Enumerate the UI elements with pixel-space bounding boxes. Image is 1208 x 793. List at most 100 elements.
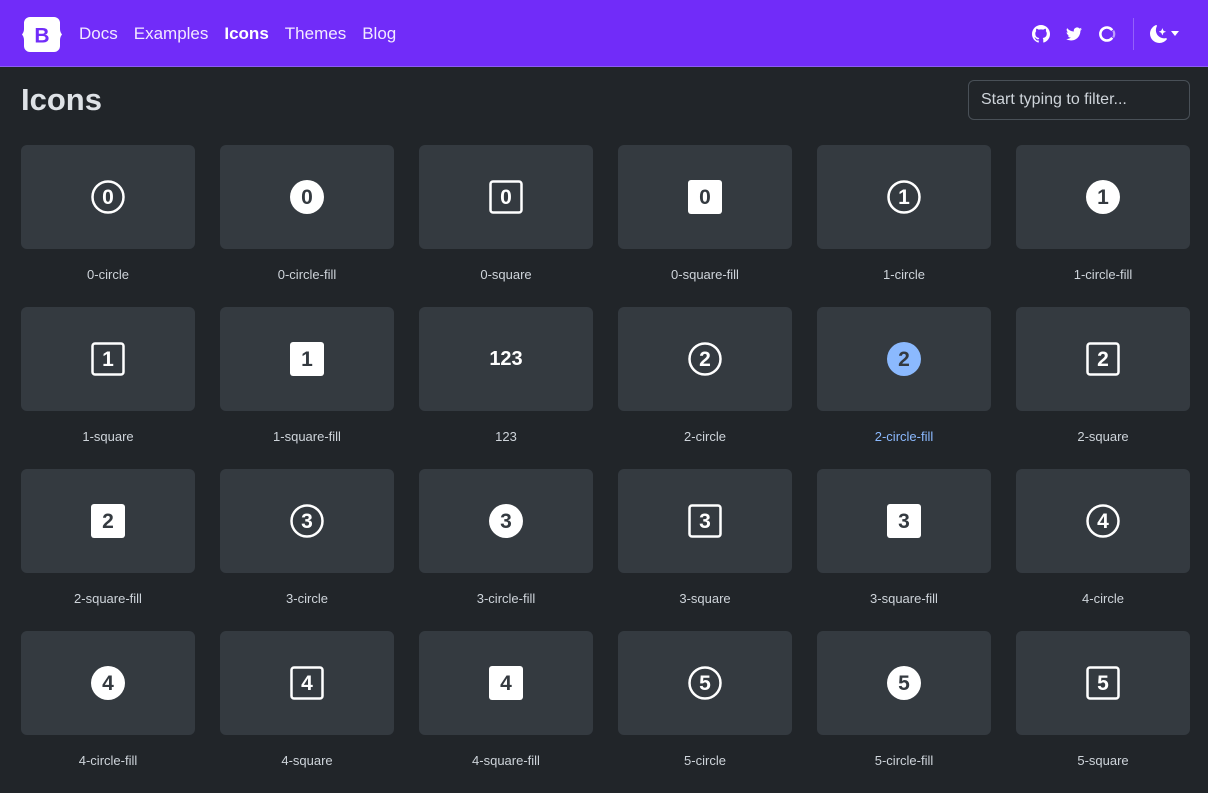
icon-name-label: 1-circle-fill (1073, 267, 1133, 282)
0-square-icon: 0 (489, 180, 523, 214)
icon-tile-4-circle[interactable]: 4 4-circle (1016, 469, 1190, 631)
nav-social-icons (1030, 0, 1179, 67)
icon-grid: 0 0-circle 0 0-circle-fill 0 0-square 0 0-squar… (21, 145, 1190, 793)
icon-tile-4-square[interactable]: 4 4-square (220, 631, 394, 793)
icon-name-label: 4-circle-fill (78, 753, 138, 768)
moon-stars-icon (1150, 24, 1167, 43)
svg-text:5: 5 (699, 672, 711, 695)
brand-letter: B (34, 25, 49, 48)
3-circle-icon: 3 (290, 504, 324, 538)
icon-name-label: 2-square (1077, 429, 1129, 444)
icon-name-label: 1-circle (883, 267, 925, 282)
svg-text:0: 0 (699, 186, 711, 209)
icon-preview: 5 (817, 631, 991, 735)
icon-name-label: 4-circle (1082, 591, 1124, 606)
icon-tile-5-circle-fill[interactable]: 5 5-circle-fill (817, 631, 991, 793)
nav-link-blog[interactable]: Blog (362, 24, 396, 44)
icon-preview: 2 (1016, 307, 1190, 411)
chevron-down-icon (1171, 31, 1179, 36)
icon-tile-3-circle-fill[interactable]: 3 3-circle-fill (419, 469, 593, 631)
icon-name-label: 5-square (1077, 753, 1129, 768)
icon-tile-0-square[interactable]: 0 0-square (419, 145, 593, 307)
icon-name-label: 0-circle-fill (277, 267, 337, 282)
nav-link-icons[interactable]: Icons (224, 24, 268, 44)
3-circle-fill-icon: 3 (489, 504, 523, 538)
nav-link-examples[interactable]: Examples (134, 24, 209, 44)
icon-preview: 0 (618, 145, 792, 249)
github-icon[interactable] (1030, 23, 1052, 45)
icon-tile-4-circle-fill[interactable]: 4 4-circle-fill (21, 631, 195, 793)
icon-tile-2-square-fill[interactable]: 2 2-square-fill (21, 469, 195, 631)
icon-preview: 0 (220, 145, 394, 249)
icon-tile-2-circle-fill[interactable]: 2 2-circle-fill (817, 307, 991, 469)
icon-preview: 2 (21, 469, 195, 573)
icon-preview: 3 (618, 469, 792, 573)
icon-preview: 5 (1016, 631, 1190, 735)
icon-name-label: 3-square-fill (870, 591, 938, 606)
svg-text:5: 5 (898, 672, 910, 695)
5-circle-icon: 5 (688, 666, 722, 700)
icon-tile-0-circle-fill[interactable]: 0 0-circle-fill (220, 145, 394, 307)
icon-name-label: 0-square-fill (671, 267, 739, 282)
icon-tile-4-square-fill[interactable]: 4 4-square-fill (419, 631, 593, 793)
1-circle-icon: 1 (887, 180, 921, 214)
icon-tile-5-circle[interactable]: 5 5-circle (618, 631, 792, 793)
icon-tile-2-circle[interactable]: 2 2-circle (618, 307, 792, 469)
icon-preview: 0 (21, 145, 195, 249)
icon-name-label: 3-circle-fill (476, 591, 536, 606)
icon-tile-123[interactable]: 123 123 (419, 307, 593, 469)
icon-name-label: 3-square (679, 591, 731, 606)
icon-tile-3-square[interactable]: 3 3-square (618, 469, 792, 631)
icon-name-label: 0-square (480, 267, 532, 282)
search-input[interactable] (968, 80, 1190, 120)
icon-name-label: 4-square (281, 753, 333, 768)
icon-tile-3-circle[interactable]: 3 3-circle (220, 469, 394, 631)
1-square-fill-icon: 1 (290, 342, 324, 376)
icon-preview: 1 (220, 307, 394, 411)
svg-text:5: 5 (1097, 672, 1109, 695)
svg-text:4: 4 (1097, 510, 1109, 533)
icon-preview: 3 (817, 469, 991, 573)
icon-tile-5-square[interactable]: 5 5-square (1016, 631, 1190, 793)
icon-tile-1-square[interactable]: 1 1-square (21, 307, 195, 469)
0-circle-icon: 0 (91, 180, 125, 214)
icon-tile-0-circle[interactable]: 0 0-circle (21, 145, 195, 307)
icon-preview: 0 (419, 145, 593, 249)
icon-tile-1-circle[interactable]: 1 1-circle (817, 145, 991, 307)
theme-toggle-button[interactable] (1150, 24, 1179, 43)
top-navbar: B Docs Examples Icons Themes Blog (0, 0, 1208, 67)
icon-tile-1-circle-fill[interactable]: 1 1-circle-fill (1016, 145, 1190, 307)
nav-links: Docs Examples Icons Themes Blog (79, 0, 412, 67)
page-title: Icons (21, 82, 102, 117)
icon-preview: 1 (1016, 145, 1190, 249)
svg-text:2: 2 (898, 348, 910, 371)
icon-preview: 3 (419, 469, 593, 573)
svg-text:4: 4 (500, 672, 512, 695)
svg-text:2: 2 (102, 510, 114, 533)
opencollective-icon[interactable] (1096, 23, 1118, 45)
icon-preview: 1 (817, 145, 991, 249)
nav-link-docs[interactable]: Docs (79, 24, 118, 44)
svg-text:3: 3 (301, 510, 313, 533)
svg-text:1: 1 (102, 348, 114, 371)
2-square-fill-icon: 2 (91, 504, 125, 538)
svg-text:3: 3 (500, 510, 512, 533)
icon-preview: 4 (21, 631, 195, 735)
twitter-icon[interactable] (1063, 23, 1085, 45)
1-square-icon: 1 (91, 342, 125, 376)
icon-tile-1-square-fill[interactable]: 1 1-square-fill (220, 307, 394, 469)
icon-tile-3-square-fill[interactable]: 3 3-square-fill (817, 469, 991, 631)
icon-tile-2-square[interactable]: 2 2-square (1016, 307, 1190, 469)
svg-text:123: 123 (489, 348, 522, 370)
icon-preview: 123 (419, 307, 593, 411)
icon-preview: 4 (220, 631, 394, 735)
svg-text:1: 1 (301, 348, 313, 371)
icon-preview: 5 (618, 631, 792, 735)
bootstrap-logo[interactable]: B (21, 16, 63, 53)
icon-name-label: 0-circle (87, 267, 129, 282)
5-square-icon: 5 (1086, 666, 1120, 700)
icon-tile-0-square-fill[interactable]: 0 0-square-fill (618, 145, 792, 307)
icon-name-label: 1-square-fill (273, 429, 341, 444)
icon-preview: 3 (220, 469, 394, 573)
nav-link-themes[interactable]: Themes (285, 24, 346, 44)
